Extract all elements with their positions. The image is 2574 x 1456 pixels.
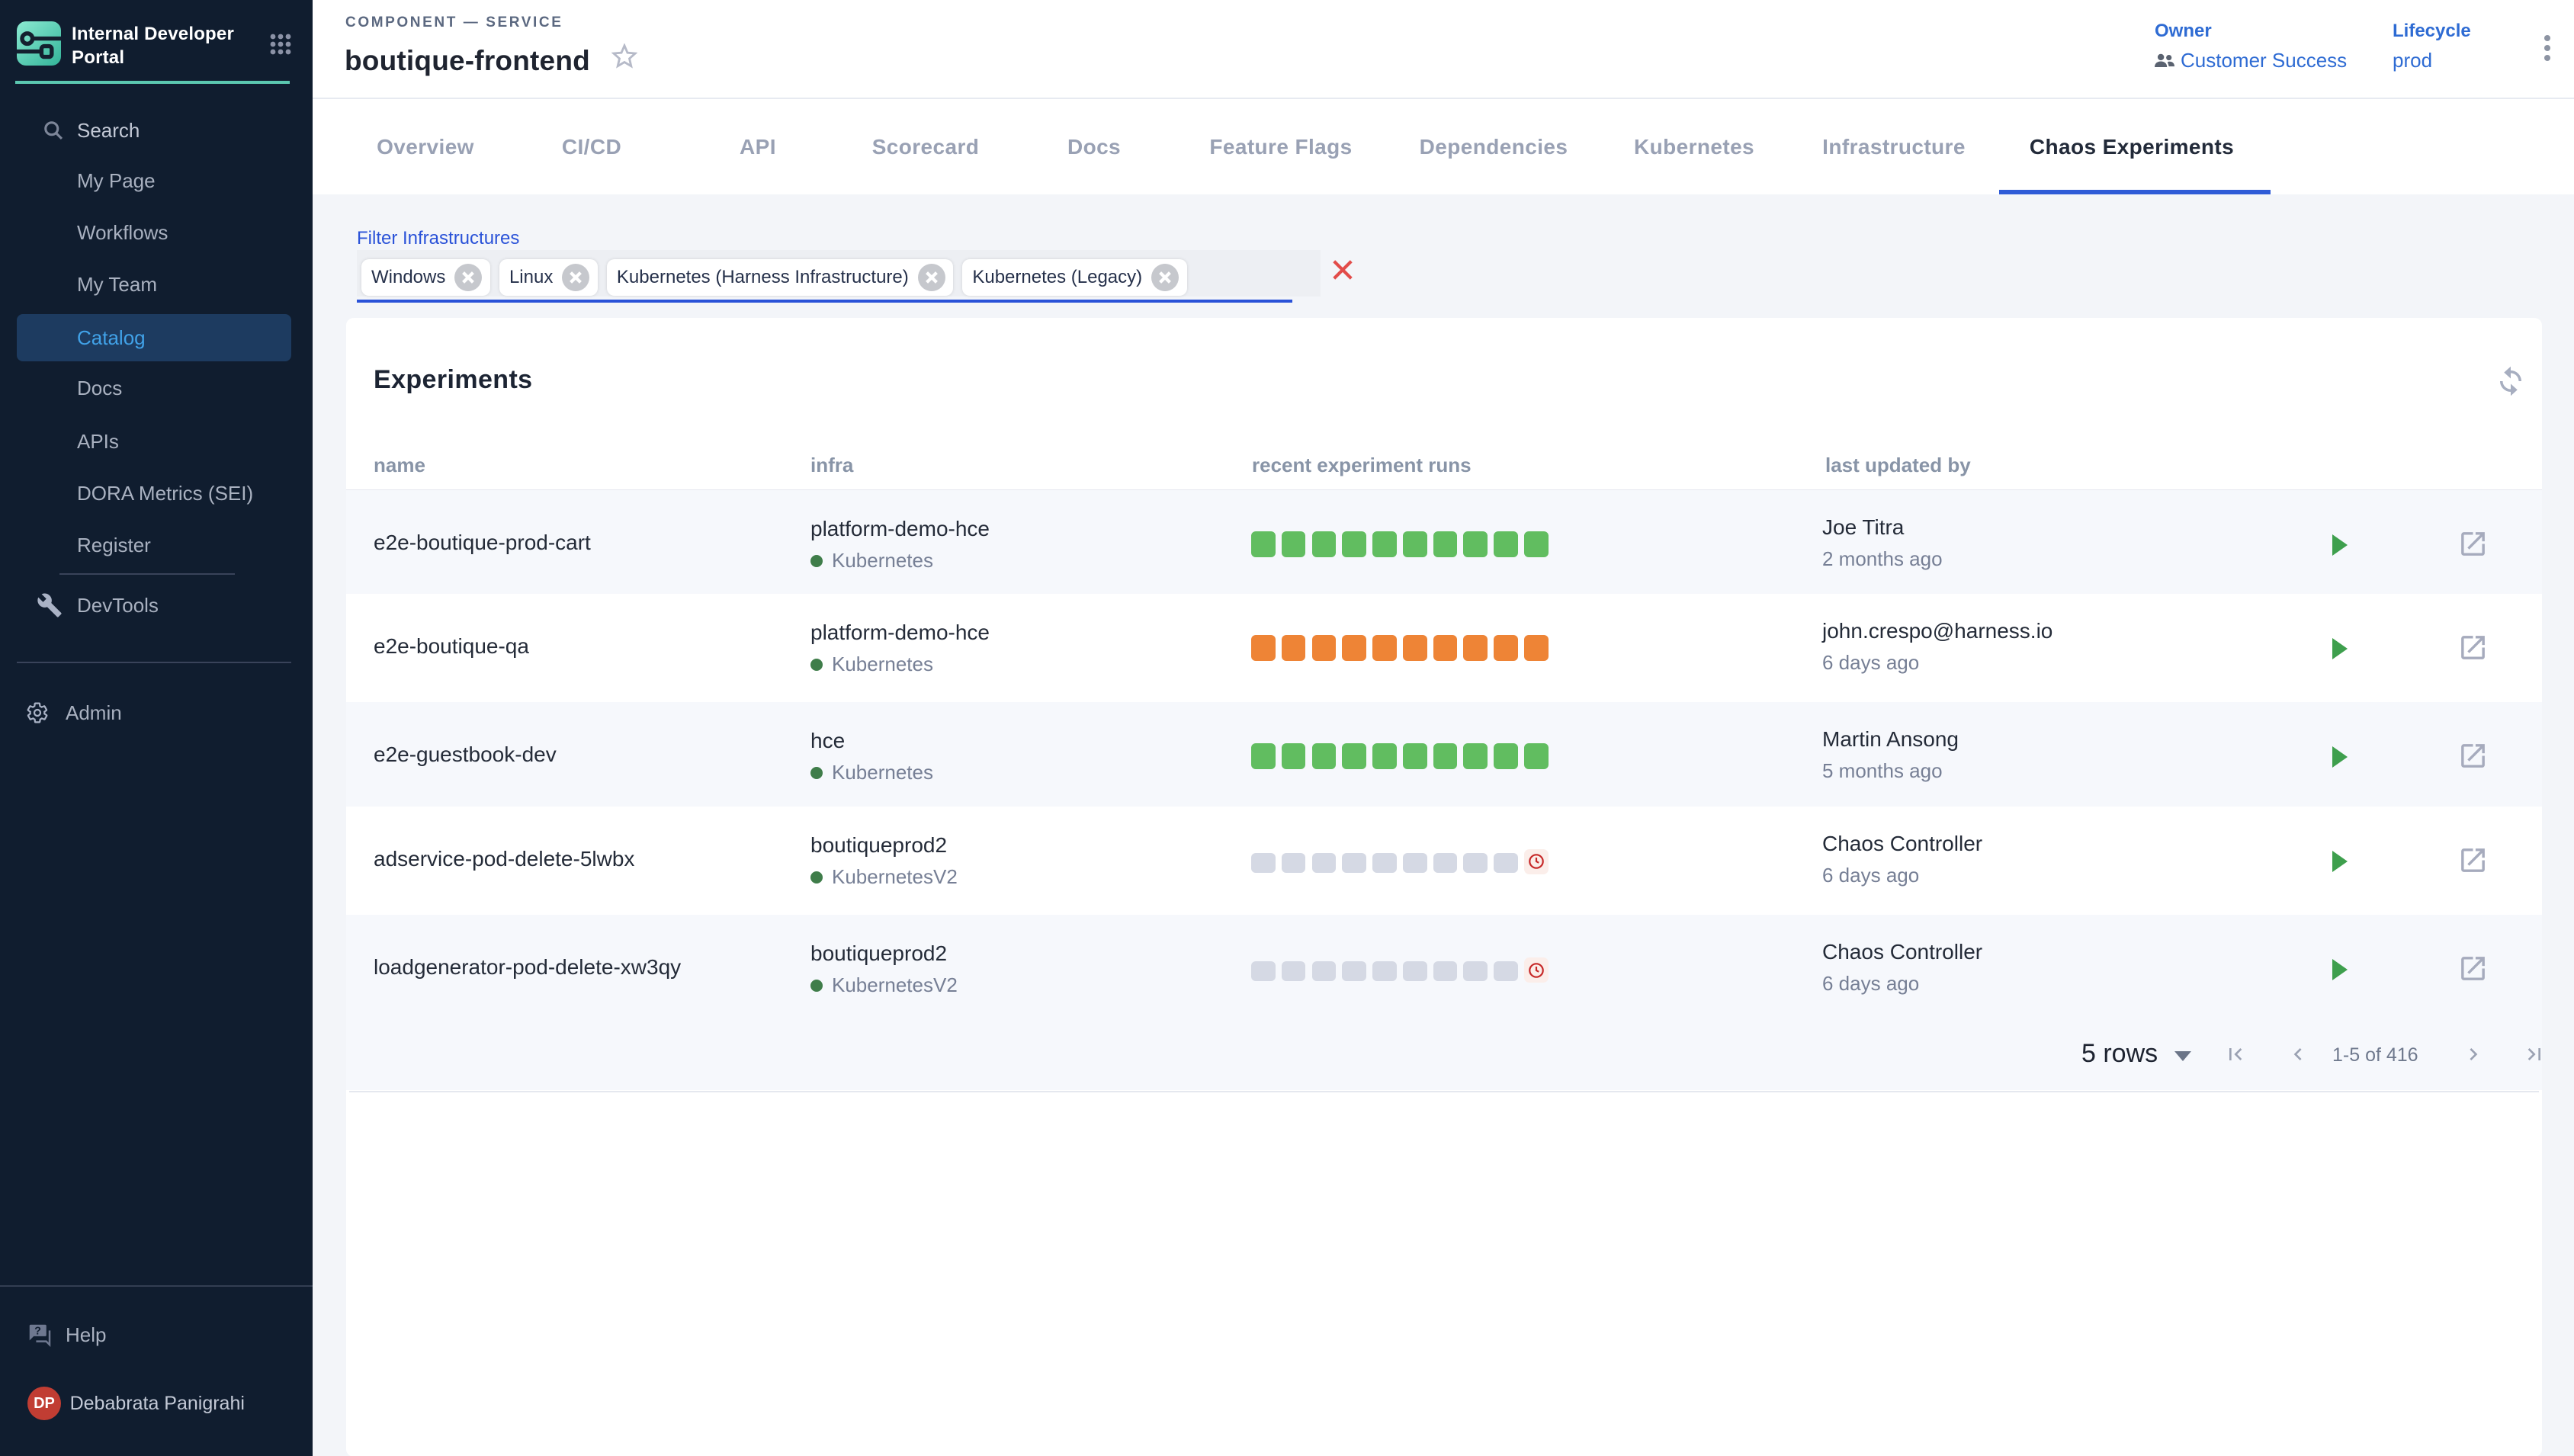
svg-text:?: ? bbox=[34, 1325, 41, 1337]
